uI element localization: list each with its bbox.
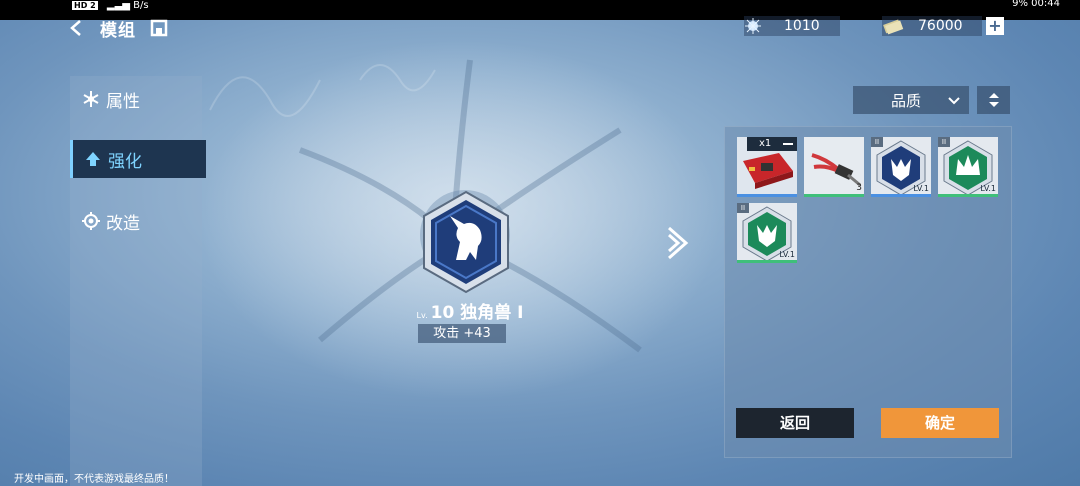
resource-crystal: 1010 [744,16,840,36]
cutter-tool-icon [804,137,864,197]
level-prefix: Lv. [416,311,428,320]
back-button[interactable]: 返回 [736,408,854,438]
item-quantity: x1 [759,138,772,149]
inventory-item-tool[interactable]: 3 [804,137,864,197]
sort-updown-icon [988,93,999,107]
module-level: 10 [430,303,455,323]
quality-sort-select[interactable]: 品质 [853,86,969,114]
item-level: LV.1 [913,184,929,193]
home-icon[interactable] [150,19,168,37]
dev-disclaimer: 开发中画面，不代表游戏最终品质！ [14,474,174,485]
sidebar: 属性 强化 改造 [70,76,206,486]
chevron-right-icon [668,226,689,260]
tier-badge: II [938,137,950,147]
net-speed: B/s [133,0,149,11]
sidebar-item-label: 属性 [106,91,140,112]
sidebar-item-enhance[interactable]: 强化 [70,140,206,178]
top-nav: 模组 [66,16,168,41]
crystal-value: 1010 [784,18,820,34]
sidebar-item-label: 强化 [108,151,142,172]
item-count: 3 [856,183,862,193]
money-icon [883,19,904,35]
hd-indicator: HD 2 [72,1,98,10]
unicorn-icon [423,190,509,294]
rarity-line [871,194,931,197]
sidebar-item-attributes[interactable]: 属性 [70,80,206,118]
chevron-down-icon [948,97,960,105]
module-stat: 攻击 +43 [418,324,506,343]
sidebar-item-modify[interactable]: 改造 [70,202,206,240]
back-arrow-icon[interactable] [66,18,86,38]
confirm-button[interactable]: 确定 [881,408,999,438]
gear-icon [82,212,100,230]
money-value: 76000 [918,18,963,34]
item-level: LV.1 [980,184,996,193]
sort-label: 品质 [890,91,921,110]
inventory-item-module-green-crown[interactable]: II LV.1 [938,137,998,197]
snowflake-icon [83,91,99,107]
page-title: 模组 [100,20,136,41]
tier-badge: II [737,203,749,213]
resource-crystal-bar: 1010 [744,16,840,36]
rarity-line [737,194,797,197]
crystal-icon [745,18,761,34]
status-left: HD 2 ▂▃▅ B/s [72,0,149,11]
item-level: LV.1 [779,250,795,259]
up-arrow-icon [86,152,100,166]
minus-icon[interactable] [783,143,793,145]
signal-icon: ▂▃▅ [106,0,130,11]
tier-badge: II [871,137,883,147]
inventory-item-board[interactable]: x1 [737,137,797,197]
sort-order-button[interactable] [977,86,1010,114]
inventory-item-module-green[interactable]: II LV.1 [737,203,797,263]
sidebar-item-label: 改造 [106,213,140,234]
module-name: Lv. 10 独角兽 I [390,298,550,323]
module-title: 独角兽 I [460,303,524,323]
inventory-item-module-blue[interactable]: II LV.1 [871,137,931,197]
quantity-selector: x1 [747,137,797,151]
rarity-line [804,194,864,197]
add-money-button[interactable]: + [986,17,1004,35]
resource-money: 76000 + [882,16,1004,36]
rarity-line [938,194,998,197]
status-right: 9% 00:44 [1012,0,1060,9]
resource-money-bar: 76000 [882,16,982,36]
rarity-line [737,260,797,263]
